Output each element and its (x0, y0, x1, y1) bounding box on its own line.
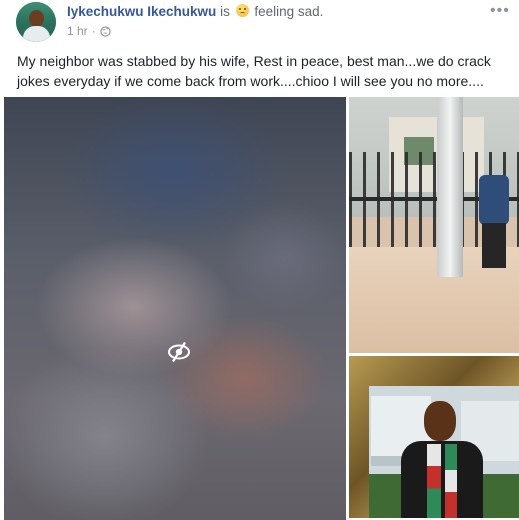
yard-photo[interactable] (349, 97, 519, 353)
feed-post: Iykechukwu Ikechukwu is feeling sad. 1 h… (0, 0, 519, 520)
avatar[interactable] (16, 2, 56, 42)
framed-portrait-photo[interactable] (349, 356, 519, 518)
eye-slash-icon[interactable] (166, 341, 192, 363)
feeling-text: feeling sad. (254, 4, 324, 19)
post-header: Iykechukwu Ikechukwu is feeling sad. (67, 4, 323, 19)
is-text: is (220, 4, 230, 19)
blurred-photo[interactable] (4, 97, 346, 520)
post-body-text: My neighbor was stabbed by his wife, Res… (17, 53, 491, 89)
author-name-link[interactable]: Iykechukwu Ikechukwu (67, 4, 216, 19)
globe-icon[interactable] (100, 25, 111, 37)
post-options-button[interactable]: ••• (490, 2, 510, 20)
sad-emoji-icon (235, 4, 249, 17)
separator-dot: · (91, 24, 96, 38)
post-meta: 1 hr · (67, 24, 111, 38)
timestamp-link[interactable]: 1 hr (67, 24, 88, 38)
